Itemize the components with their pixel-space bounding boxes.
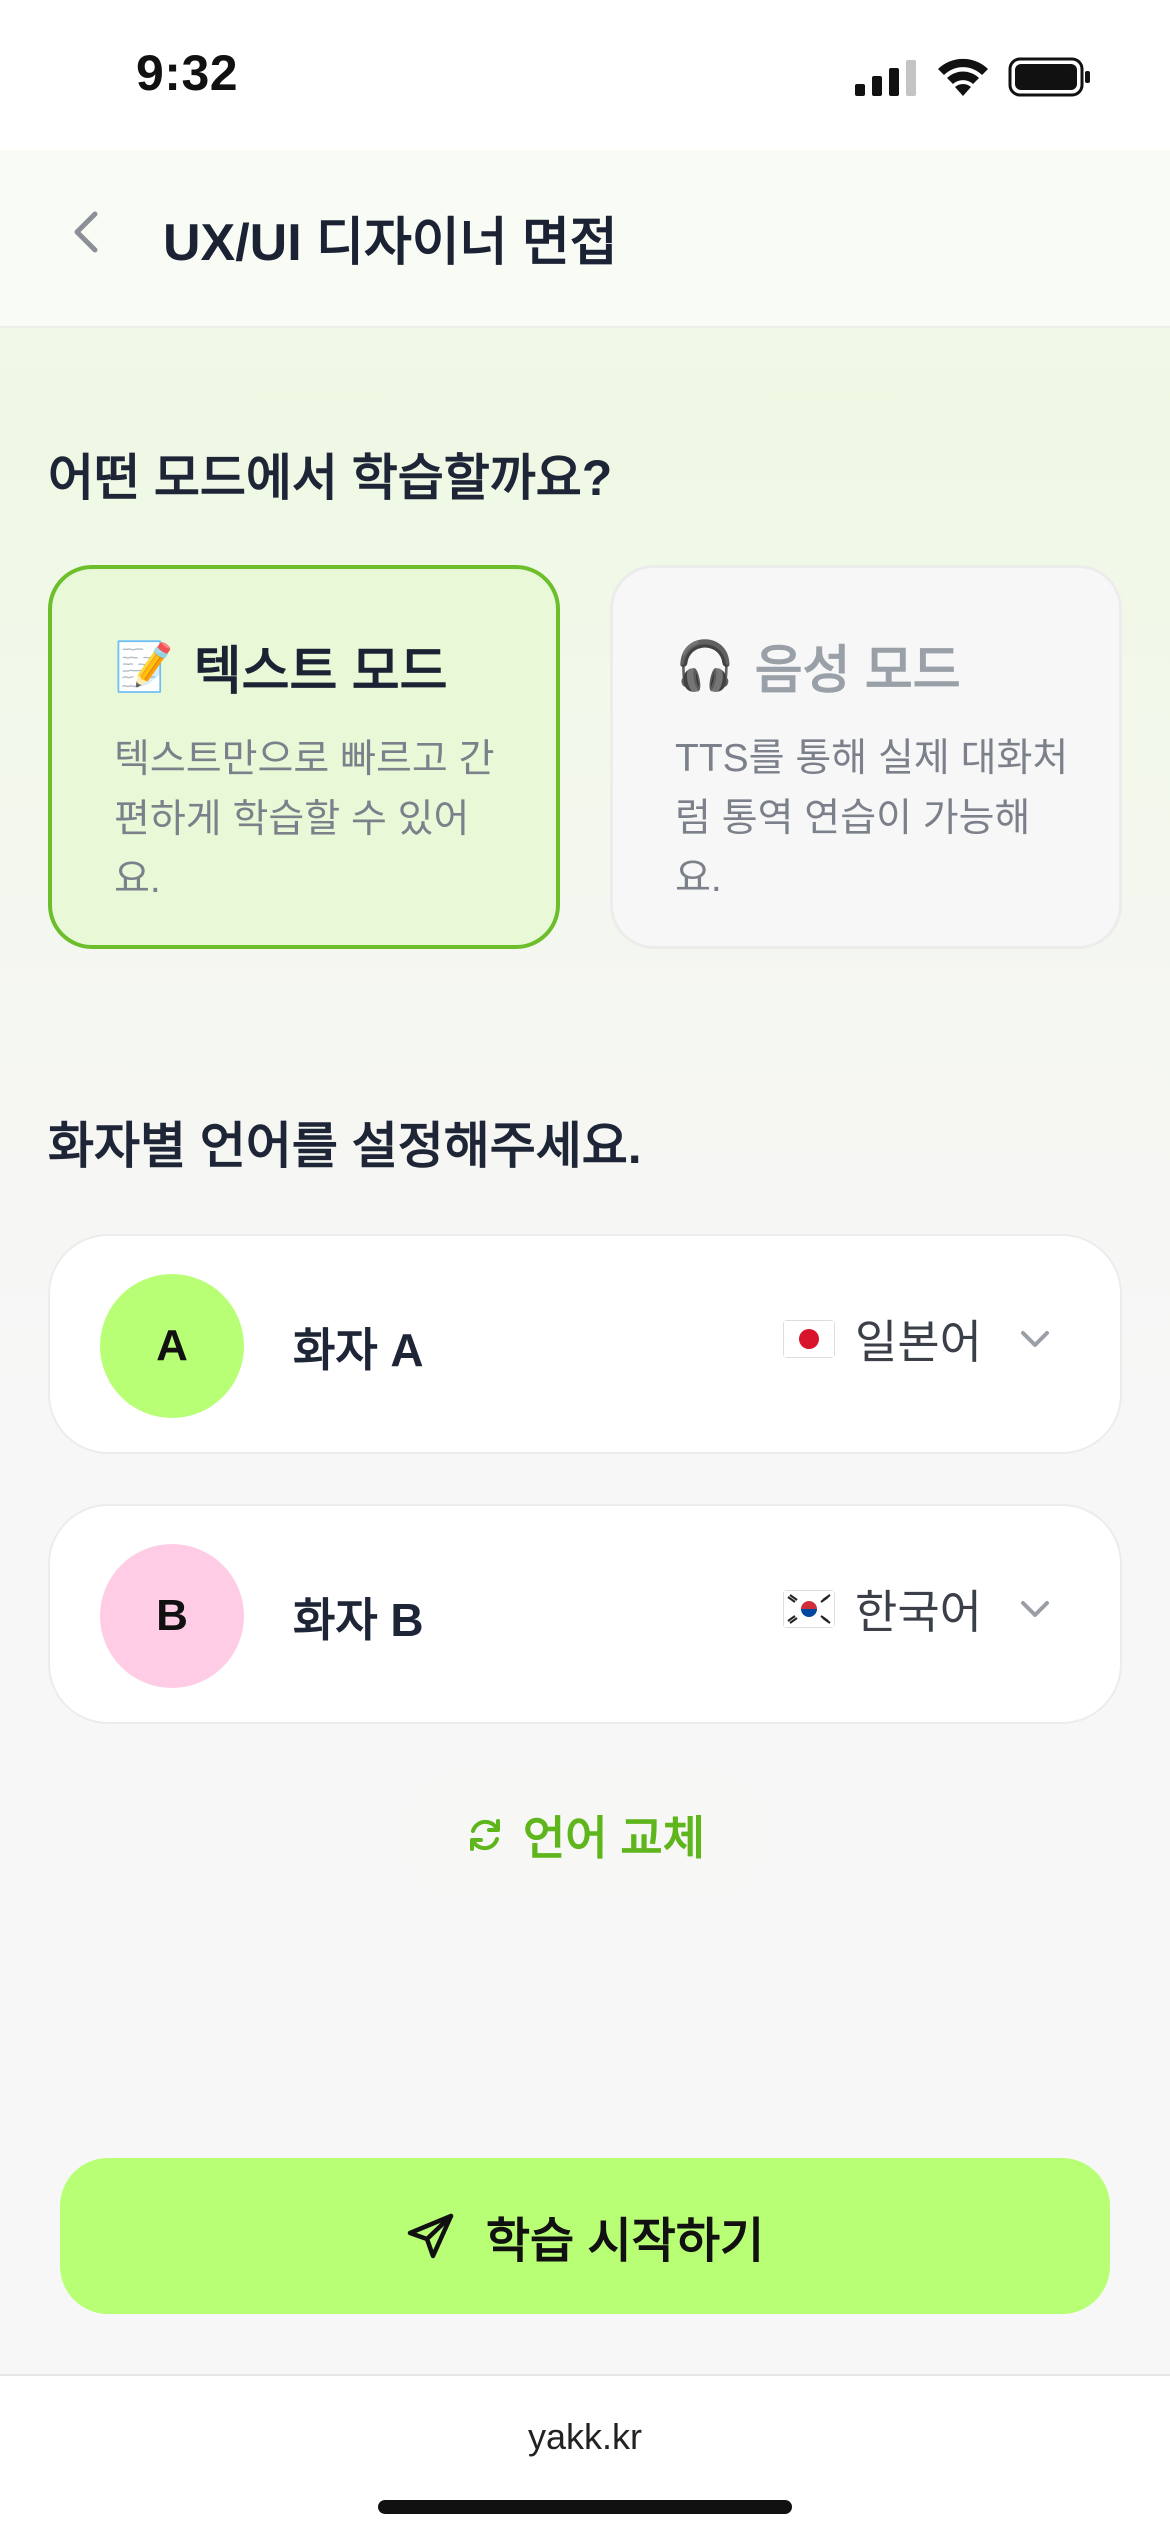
status-bar: 9:32: [0, 0, 1170, 150]
url-label[interactable]: yakk.kr: [0, 2416, 1170, 2458]
voice-mode-title: 음성 모드: [754, 642, 961, 700]
cellular-signal-icon: [855, 60, 916, 96]
chevron-down-icon: [1021, 1331, 1049, 1347]
voice-mode-card[interactable]: 🎧 음성 모드 TTS를 통해 실제 대화처럼 통역 연습이 가능해요.: [610, 565, 1122, 949]
speaker-b-avatar: B: [100, 1544, 244, 1688]
battery-icon: [1008, 57, 1090, 97]
start-learning-button[interactable]: 학습 시작하기: [60, 2158, 1110, 2314]
text-mode-card[interactable]: 📝 텍스트 모드 텍스트만으로 빠르고 간편하게 학습할 수 있어요.: [48, 565, 560, 949]
header: UX/UI 디자이너 면접: [0, 150, 1170, 328]
japan-flag-icon: [783, 1320, 836, 1358]
speaker-b-language-select[interactable]: 한국어: [783, 1576, 1050, 1642]
refresh-icon: [469, 1819, 500, 1851]
back-button[interactable]: [56, 202, 116, 262]
speaker-b-language: 한국어: [855, 1586, 982, 1638]
memo-icon: 📝: [114, 638, 174, 695]
chevron-left-icon: [74, 211, 98, 253]
chevron-down-icon: [1021, 1601, 1049, 1617]
status-time: 9:32: [136, 45, 239, 101]
language-section-title: 화자별 언어를 설정해주세요.: [48, 1118, 642, 1174]
mode-section-title: 어떤 모드에서 학습할까요?: [48, 450, 613, 506]
text-mode-description: 텍스트만으로 빠르고 간편하게 학습할 수 있어요.: [114, 738, 495, 901]
page-title: UX/UI 디자이너 면접: [163, 214, 618, 272]
home-indicator[interactable]: [378, 2500, 792, 2514]
speaker-a-language-select[interactable]: 일본어: [783, 1306, 1050, 1372]
speaker-b-row: B 화자 B 한국어: [48, 1504, 1122, 1724]
wifi-icon: [938, 58, 988, 96]
send-icon: [407, 2213, 454, 2259]
speaker-a-row: A 화자 A 일본어: [48, 1234, 1122, 1454]
speaker-b-name: 화자 B: [293, 1594, 424, 1646]
speaker-a-name: 화자 A: [293, 1324, 424, 1376]
headphones-icon: 🎧: [675, 637, 735, 694]
swap-language-button[interactable]: 언어 교체: [400, 1770, 770, 1900]
text-mode-title: 텍스트 모드: [193, 643, 448, 701]
swap-language-label: 언어 교체: [522, 1812, 706, 1864]
start-learning-label: 학습 시작하기: [485, 2215, 765, 2268]
speaker-a-avatar: A: [100, 1274, 244, 1418]
browser-bottom-bar: yakk.kr: [0, 2374, 1170, 2532]
voice-mode-description: TTS를 통해 실제 대화처럼 통역 연습이 가능해요.: [675, 737, 1069, 900]
korea-flag-icon: [783, 1590, 836, 1628]
speaker-a-language: 일본어: [855, 1316, 982, 1368]
